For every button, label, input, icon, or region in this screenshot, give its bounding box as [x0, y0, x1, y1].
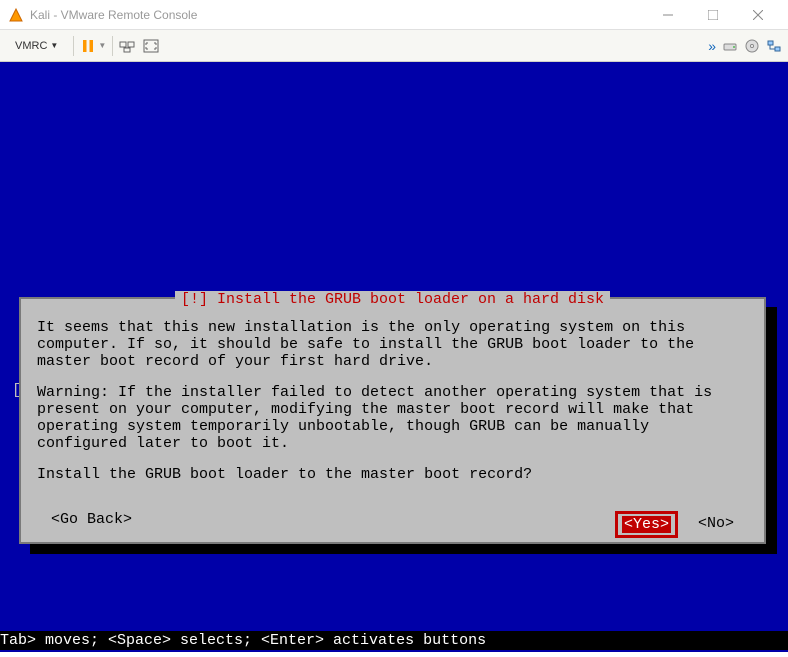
dialog-paragraph: It seems that this new installation is t… [37, 319, 748, 370]
connect-arrows-icon[interactable]: » [708, 38, 716, 54]
status-bar: Tab> moves; <Space> selects; <Enter> act… [0, 631, 788, 650]
app-icon [8, 7, 24, 23]
console-area[interactable]: [ [!] Install the GRUB boot loader on a … [0, 62, 788, 652]
vmrc-menu-button[interactable]: VMRC ▼ [6, 35, 67, 57]
minimize-button[interactable] [645, 1, 690, 29]
window-title: Kali - VMware Remote Console [30, 8, 645, 22]
dialog-paragraph: Warning: If the installer failed to dete… [37, 384, 748, 452]
dialog-button-row: <Go Back> <Yes> <No> [21, 509, 764, 538]
device-cd-icon[interactable] [744, 38, 760, 54]
window-titlebar: Kali - VMware Remote Console [0, 0, 788, 30]
spacer [132, 511, 615, 538]
dropdown-icon: ▼ [98, 41, 106, 50]
yes-button[interactable]: <Yes> [622, 516, 671, 533]
grub-install-dialog: [!] Install the GRUB boot loader on a ha… [19, 297, 766, 544]
close-button[interactable] [735, 1, 780, 29]
no-button[interactable]: <No> [698, 511, 734, 538]
send-cad-icon[interactable] [119, 38, 135, 54]
go-back-button[interactable]: <Go Back> [51, 511, 132, 538]
fullscreen-icon[interactable] [143, 38, 159, 54]
dialog-body: It seems that this new installation is t… [21, 299, 764, 509]
dropdown-icon: ▼ [50, 41, 58, 50]
dialog-question: Install the GRUB boot loader to the mast… [37, 466, 748, 483]
toolbar: VMRC ▼ ▼ » [0, 30, 788, 62]
device-network-icon[interactable] [766, 38, 782, 54]
yes-button-highlight: <Yes> [615, 511, 678, 538]
device-disk-icon[interactable] [722, 38, 738, 54]
toolbar-separator [73, 36, 74, 56]
vmrc-label: VMRC [15, 40, 47, 52]
toolbar-separator [112, 36, 113, 56]
window-controls [645, 1, 780, 29]
toolbar-right: » [708, 38, 782, 54]
dialog-title: [!] Install the GRUB boot loader on a ha… [175, 291, 610, 308]
maximize-button[interactable] [690, 1, 735, 29]
pause-button[interactable] [80, 38, 96, 54]
